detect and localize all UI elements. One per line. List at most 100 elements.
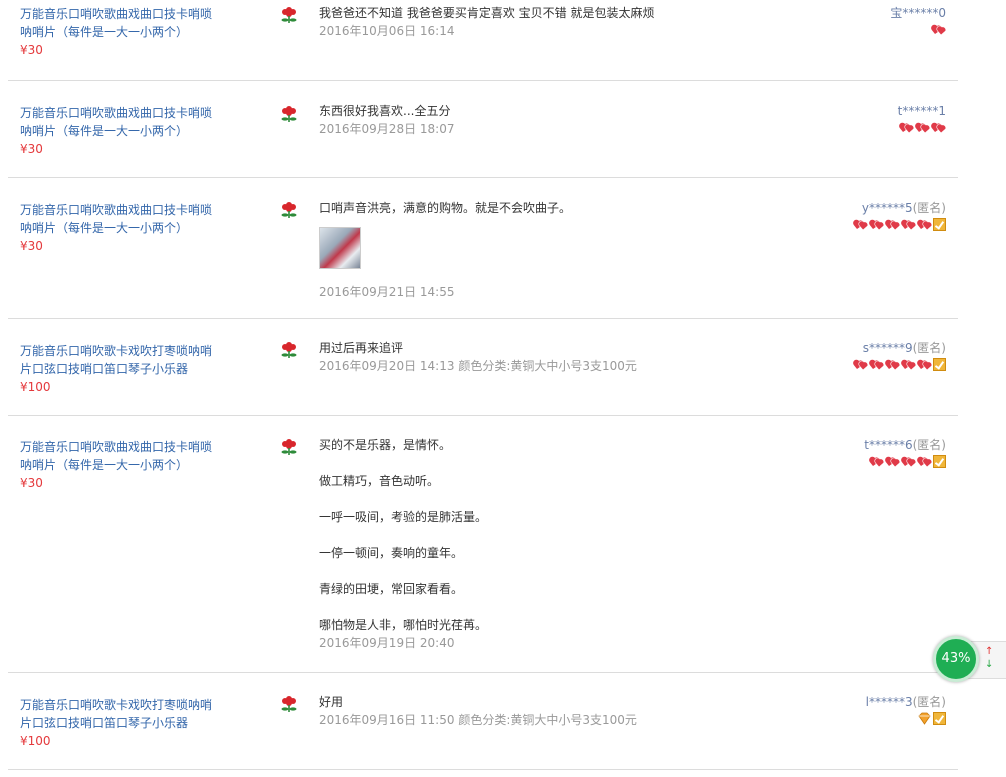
comment-text: 好用 [319,695,344,709]
comment-text: 我爸爸还不知道 我爸爸要买肯定喜欢 宝贝不错 就是包装太麻烦 [319,6,655,20]
product-title-link[interactable]: 万能音乐口哨吹歌卡戏吹打枣唢呐哨片口弦口技哨口笛口琴子小乐器 [20,342,220,378]
flower-icon [281,7,297,23]
heart-icon [931,122,946,134]
comment-date: 2016年09月19日 20:40 [319,636,455,650]
heart-icon [931,24,946,36]
credit-badges [890,23,946,37]
product-info: 万能音乐口哨吹歌卡戏吹打枣唢呐哨片口弦口技哨口笛口琴子小乐器 ¥100 [20,342,220,396]
comment: 买的不是乐器，是情怀。 做工精巧，音色动听。 一呼一吸间，考验的是肺活量。 一停… [319,436,799,652]
heart-icon [917,456,932,468]
comment-meta: 2016年09月28日 18:07 [319,120,799,138]
product-price: ¥30 [20,239,43,253]
user-info: s******9(匿名) [853,339,946,372]
vip-icon [933,712,946,725]
product-price: ¥30 [20,43,43,57]
percent-ring-button[interactable]: 43% [933,636,979,682]
heart-icon [869,219,884,231]
comment: 口哨声音洪亮，满意的购物。就是不会吹曲子。 2016年09月21日 14:55 [319,199,799,301]
product-info: 万能音乐口哨吹歌曲戏曲口技卡哨唢呐哨片（每件是一大一小两个） ¥30 [20,5,220,59]
comment-meta: 2016年09月19日 20:40 [319,634,799,652]
heart-icon [901,359,916,371]
vip-icon [933,455,946,468]
down-arrow-icon: ↓ [985,659,994,670]
percent-label: 43% [941,651,971,666]
product-title-link[interactable]: 万能音乐口哨吹歌曲戏曲口技卡哨唢呐哨片（每件是一大一小两个） [20,438,220,474]
product-title-link[interactable]: 万能音乐口哨吹歌卡戏吹打枣唢呐哨片口弦口技哨口笛口琴子小乐器 [20,696,220,732]
flower-icon [281,696,297,712]
heart-icon [885,219,900,231]
credit-badges [853,218,946,232]
user-info: t******6(匿名) [864,436,946,469]
review-row: 万能音乐口哨吹歌卡戏吹打枣唢呐哨片口弦口技哨口笛口琴子小乐器 ¥100 好用 2… [8,673,958,770]
flower-icon [281,342,297,358]
product-info: 万能音乐口哨吹歌曲戏曲口技卡哨唢呐哨片（每件是一大一小两个） ¥30 [20,201,220,255]
review-row: 万能音乐口哨吹歌卡戏吹打枣唢呐哨片口弦口技哨口笛口琴子小乐器 ¥100 用过后再… [8,319,958,416]
heart-icon [901,219,916,231]
comment-meta: 2016年09月16日 11:50 颜色分类:黄铜大中小号3支100元 [319,711,799,729]
anonymous-tag: (匿名) [912,695,946,709]
comment-text: 用过后再来追评 [319,341,404,355]
heart-icon [917,359,932,371]
anonymous-tag: (匿名) [912,438,946,452]
credit-badges [853,358,946,372]
product-title-link[interactable]: 万能音乐口哨吹歌曲戏曲口技卡哨唢呐哨片（每件是一大一小两个） [20,5,220,41]
heart-icon [885,359,900,371]
product-info: 万能音乐口哨吹歌曲戏曲口技卡哨唢呐哨片（每件是一大一小两个） ¥30 [20,438,220,492]
flower-icon [281,106,297,122]
user-info: l******3(匿名) [866,693,946,726]
sku-info: 颜色分类:黄铜大中小号3支100元 [458,359,637,373]
heart-icon [853,219,868,231]
comment-text: 买的不是乐器，是情怀。 做工精巧，音色动听。 一呼一吸间，考验的是肺活量。 一停… [319,438,488,632]
comment-text: 东西很好我喜欢...全五分 [319,104,451,118]
heart-icon [869,359,884,371]
comment-meta: 2016年09月21日 14:55 [319,283,799,301]
comment-meta: 2016年10月06日 16:14 [319,22,799,40]
product-price: ¥30 [20,476,43,490]
comment-date: 2016年09月21日 14:55 [319,285,455,299]
flower-icon [281,202,297,218]
heart-icon [899,122,914,134]
user-info: 宝******0 [890,4,946,37]
product-info: 万能音乐口哨吹歌曲戏曲口技卡哨唢呐哨片（每件是一大一小两个） ¥30 [20,104,220,158]
heart-icon [885,456,900,468]
username[interactable]: l******3 [866,695,913,709]
heart-icon [853,359,868,371]
username[interactable]: t******1 [898,104,946,118]
product-price: ¥30 [20,142,43,156]
comment-date: 2016年09月20日 14:13 [319,359,455,373]
comment-date: 2016年09月16日 11:50 [319,713,455,727]
review-row: 万能音乐口哨吹歌曲戏曲口技卡哨唢呐哨片（每件是一大一小两个） ¥30 我爸爸还不… [8,0,958,81]
credit-badges [864,455,946,469]
heart-icon [901,456,916,468]
comment: 东西很好我喜欢...全五分 2016年09月28日 18:07 [319,102,799,138]
product-info: 万能音乐口哨吹歌卡戏吹打枣唢呐哨片口弦口技哨口笛口琴子小乐器 ¥100 [20,696,220,750]
username[interactable]: t******6 [864,438,912,452]
comment-date: 2016年10月06日 16:14 [319,24,455,38]
username[interactable]: y******5 [862,201,913,215]
heart-icon [915,122,930,134]
product-title-link[interactable]: 万能音乐口哨吹歌曲戏曲口技卡哨唢呐哨片（每件是一大一小两个） [20,201,220,237]
heart-icon [917,219,932,231]
heart-icon [869,456,884,468]
review-row: 万能音乐口哨吹歌曲戏曲口技卡哨唢呐哨片（每件是一大一小两个） ¥30 买的不是乐… [8,416,958,673]
diamond-icon [918,712,931,725]
speed-widget: 43% ↑ ↓ [933,636,1006,682]
product-price: ¥100 [20,380,51,394]
username[interactable]: 宝******0 [890,6,946,20]
comment: 用过后再来追评 2016年09月20日 14:13 颜色分类:黄铜大中小号3支1… [319,339,799,375]
comment-date: 2016年09月28日 18:07 [319,122,455,136]
credit-badges [898,121,946,135]
sku-info: 颜色分类:黄铜大中小号3支100元 [458,713,637,727]
comment: 我爸爸还不知道 我爸爸要买肯定喜欢 宝贝不错 就是包装太麻烦 2016年10月0… [319,4,799,40]
username[interactable]: s******9 [863,341,913,355]
product-title-link[interactable]: 万能音乐口哨吹歌曲戏曲口技卡哨唢呐哨片（每件是一大一小两个） [20,104,220,140]
anonymous-tag: (匿名) [912,341,946,355]
flower-icon [281,439,297,455]
review-row: 万能音乐口哨吹歌曲戏曲口技卡哨唢呐哨片（每件是一大一小两个） ¥30 口哨声音洪… [8,178,958,319]
up-arrow-icon: ↑ [985,646,994,657]
review-photo-thumbnail[interactable] [319,227,361,269]
comment: 好用 2016年09月16日 11:50 颜色分类:黄铜大中小号3支100元 [319,693,799,729]
comment-text: 口哨声音洪亮，满意的购物。就是不会吹曲子。 [319,201,572,215]
review-row: 万能音乐口哨吹歌曲戏曲口技卡哨唢呐哨片（每件是一大一小两个） ¥30 东西很好我… [8,81,958,178]
comment-meta: 2016年09月20日 14:13 颜色分类:黄铜大中小号3支100元 [319,357,799,375]
